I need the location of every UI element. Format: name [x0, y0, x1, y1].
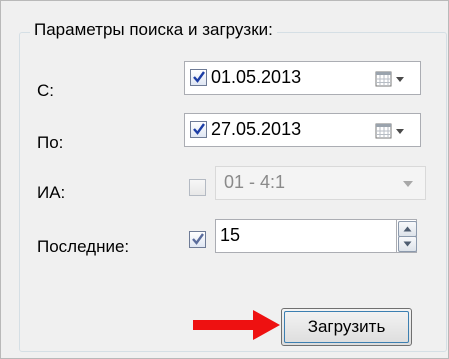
- spin-up-button[interactable]: [398, 221, 417, 237]
- from-checkbox[interactable]: [190, 69, 207, 86]
- spin-down-button[interactable]: [398, 236, 417, 252]
- last-checkbox[interactable]: [189, 231, 206, 248]
- load-button[interactable]: Загрузить: [281, 308, 412, 346]
- checkmark-icon: [192, 233, 204, 245]
- from-date-value: 01.05.2013: [211, 67, 302, 87]
- arrow-up-icon: [403, 226, 412, 232]
- calendar-dropdown-icon[interactable]: [375, 71, 413, 87]
- checkmark-icon: [193, 71, 205, 83]
- to-label: По:: [37, 133, 64, 152]
- to-date-picker[interactable]: 27.05.2013: [184, 113, 421, 147]
- last-label: Последние:: [37, 237, 130, 256]
- arrow-down-icon: [403, 241, 412, 247]
- from-date-picker[interactable]: 01.05.2013: [184, 61, 421, 95]
- to-checkbox[interactable]: [190, 121, 207, 138]
- load-button-label: Загрузить: [307, 317, 386, 336]
- group-title: Параметры поиска и загрузки:: [30, 20, 277, 40]
- chevron-down-icon: [403, 181, 413, 187]
- to-date-value: 27.05.2013: [211, 119, 302, 139]
- ia-value: 01 - 4:1: [224, 172, 286, 192]
- spin-arrows-icon: [396, 220, 417, 252]
- from-label: С:: [37, 81, 54, 100]
- ia-checkbox[interactable]: [189, 179, 206, 196]
- last-count-value: 15: [220, 225, 241, 245]
- ia-combobox[interactable]: 01 - 4:1: [215, 166, 426, 200]
- last-count-stepper[interactable]: 15: [215, 219, 417, 253]
- ia-label: ИА:: [37, 183, 66, 202]
- arrow-right-icon: [193, 310, 280, 340]
- checkmark-icon: [193, 123, 205, 135]
- window-frame: Параметры поиска и загрузки: С: 01.05.20…: [0, 0, 449, 359]
- calendar-dropdown-icon[interactable]: [375, 123, 413, 139]
